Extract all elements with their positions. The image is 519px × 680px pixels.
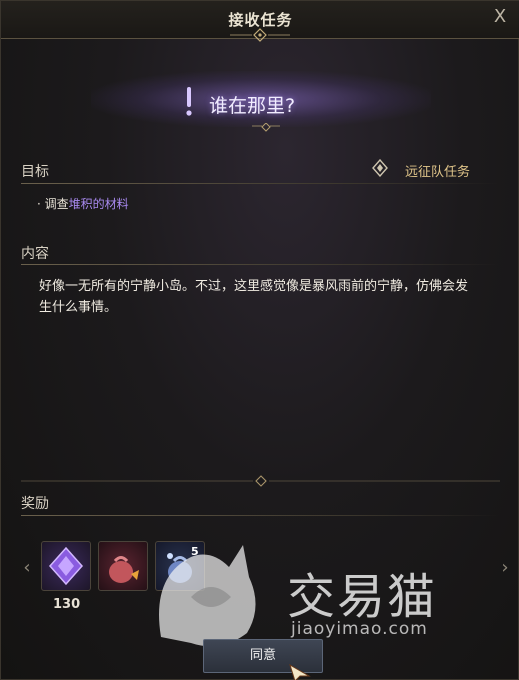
rewards-next-arrow[interactable]: › — [497, 557, 513, 578]
section-ornament-icon — [21, 475, 500, 487]
objective-bullet: · — [37, 197, 41, 211]
red-pouch-icon — [109, 556, 139, 583]
purple-crystal-icon — [48, 546, 84, 586]
reward-slot-crystal[interactable] — [41, 541, 91, 591]
quest-banner: 谁在那里? — [1, 71, 519, 132]
rewards-label: 奖励 — [21, 496, 49, 512]
content-divider — [21, 264, 499, 265]
quest-description: 好像一无所有的宁静小岛。不过，这里感觉像是暴风雨前的宁静，仿佛会发生什么事情。 — [39, 279, 469, 315]
reward-count-crystal: 130 — [53, 597, 81, 612]
watermark-url: jiaoyimao.com — [291, 619, 428, 639]
objective-divider — [21, 183, 499, 184]
watermark-brand: 交易猫 — [287, 569, 438, 625]
objective-label: 目标 — [21, 164, 49, 180]
quest-accept-dialog: 接收任务 X 谁在那里? 目标 远征队任务 · 调查堆积的材料 内容 好像一无所… — [0, 0, 519, 680]
exclamation-icon — [186, 87, 192, 116]
content-label: 内容 — [21, 246, 49, 262]
quest-name: 谁在那里? — [209, 95, 296, 117]
mouse-cursor-icon — [289, 664, 311, 680]
quest-type-label: 远征队任务 — [404, 165, 470, 180]
close-button[interactable]: X — [490, 7, 510, 27]
rewards-prev-arrow[interactable]: ‹ — [19, 557, 35, 578]
objective-item: · 调查堆积的材料 — [37, 195, 129, 212]
expedition-quest-icon — [372, 159, 388, 177]
objective-highlight: 堆积的材料 — [68, 197, 129, 211]
objective-prefix: 调查 — [44, 197, 69, 211]
banner-ornament-icon — [252, 123, 280, 132]
reward-slot-red-pouch[interactable] — [98, 541, 148, 591]
title-bar: 接收任务 X — [1, 1, 519, 42]
rewards-divider — [21, 515, 499, 516]
title-ornament-icon — [230, 28, 290, 42]
